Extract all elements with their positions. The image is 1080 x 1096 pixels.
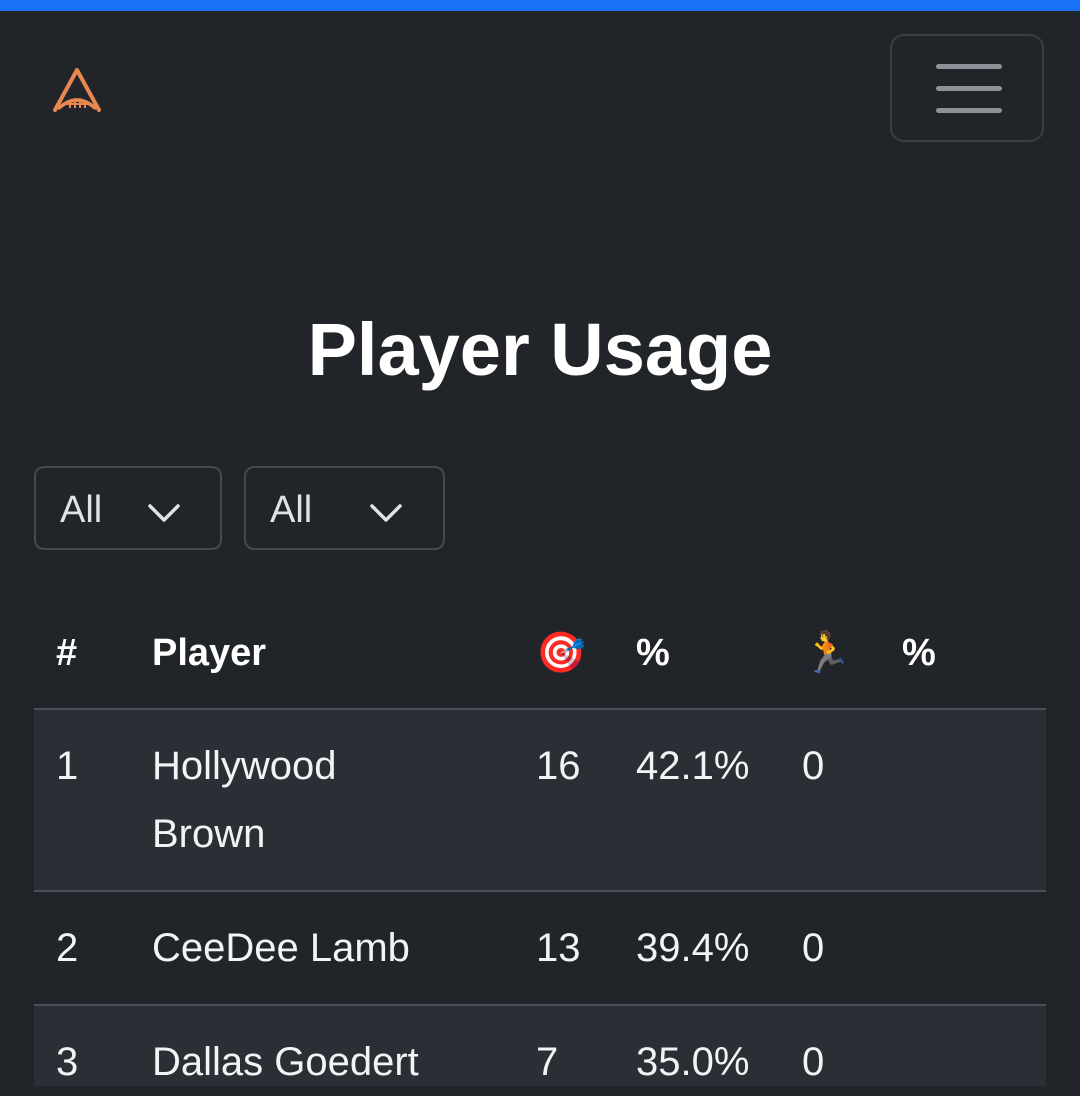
cell-carries: 0: [802, 744, 825, 788]
cell-carries: 0: [802, 926, 825, 970]
cell-target-percent: 35.0%: [636, 1040, 750, 1084]
cell-rank: 1: [56, 744, 79, 788]
table-row[interactable]: 3 Dallas Goedert 7 35.0% 0: [34, 1006, 1046, 1086]
column-header-rank[interactable]: #: [56, 630, 77, 676]
target-icon[interactable]: 🎯: [536, 630, 586, 676]
cell-rank: 2: [56, 926, 79, 970]
filter-select-2[interactable]: All: [244, 466, 445, 550]
cell-targets: 16: [536, 744, 581, 788]
column-header-carry-percent[interactable]: %: [902, 630, 936, 676]
runner-icon[interactable]: 🏃: [802, 630, 852, 676]
top-accent-bar: [0, 0, 1080, 11]
cell-player[interactable]: CeeDee Lamb: [152, 914, 512, 982]
table-row[interactable]: 2 CeeDee Lamb 13 39.4% 0: [34, 892, 1046, 1006]
filter-select-1[interactable]: All: [34, 466, 222, 550]
table-row[interactable]: 1 Hollywood Brown 16 42.1% 0: [34, 710, 1046, 892]
column-header-player[interactable]: Player: [152, 630, 512, 676]
cell-player[interactable]: Dallas Goedert: [152, 1028, 512, 1096]
usage-table: # Player 🎯 % 🏃 % 1 Hollywood Brown 16 42…: [34, 598, 1046, 1086]
cell-carries: 0: [802, 1040, 825, 1084]
cell-targets: 13: [536, 926, 581, 970]
page-title: Player Usage: [307, 308, 773, 391]
cell-target-percent: 42.1%: [636, 744, 750, 788]
cell-targets: 7: [536, 1040, 559, 1084]
table-header-row: # Player 🎯 % 🏃 %: [34, 598, 1046, 710]
filter-select-value: All: [60, 489, 103, 531]
filter-select-value: All: [270, 489, 313, 531]
app-logo-icon[interactable]: [50, 64, 104, 118]
cell-target-percent: 39.4%: [636, 926, 750, 970]
cell-rank: 3: [56, 1040, 79, 1084]
cell-player[interactable]: Hollywood Brown: [152, 732, 452, 868]
menu-toggle-button[interactable]: [890, 34, 1044, 142]
chevron-down-icon: [146, 494, 182, 524]
chevron-down-icon: [368, 494, 404, 524]
column-header-target-percent[interactable]: %: [636, 630, 670, 676]
